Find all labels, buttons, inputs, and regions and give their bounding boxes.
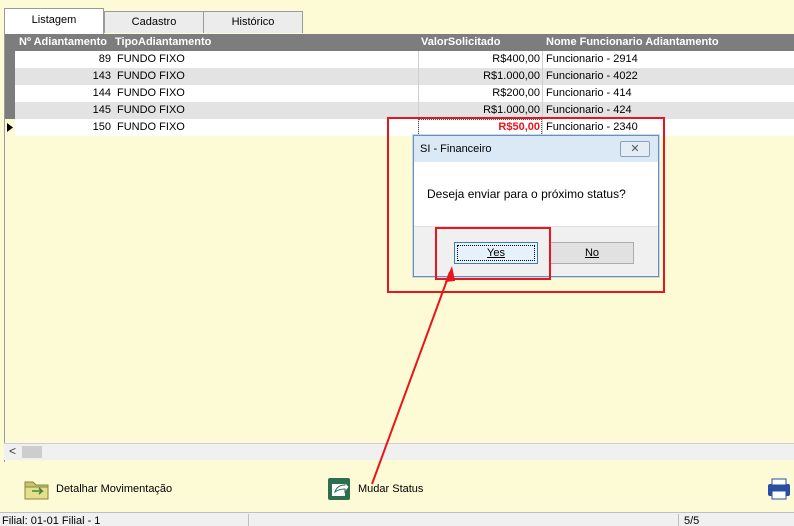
table-row[interactable]: 89 FUNDO FIXO R$400,00 Funcionario - 291… <box>5 51 794 68</box>
cell-valor: R$1.000,00 <box>483 70 540 82</box>
status-bar: Filial: 01-01 Filial - 1 5/5 <box>0 512 794 526</box>
status-filial: Filial: 01-01 Filial - 1 <box>2 515 101 526</box>
tab-historico[interactable]: Histórico <box>203 11 303 33</box>
table-row[interactable]: 143 FUNDO FIXO R$1.000,00 Funcionario - … <box>5 68 794 85</box>
annotation-box-yes <box>435 227 551 280</box>
cell-numero: 143 <box>92 70 111 82</box>
cell-tipo: FUNDO FIXO <box>117 87 185 99</box>
cell-nome: Funcionario - 2914 <box>546 53 638 65</box>
row-indicator <box>5 68 15 85</box>
cell-numero: 144 <box>92 87 111 99</box>
detalhar-movimentacao-button[interactable]: Detalhar Movimentação <box>24 475 172 503</box>
status-record-count: 5/5 <box>684 515 700 526</box>
column-divider <box>418 68 419 85</box>
cell-numero: 150 <box>92 121 111 133</box>
column-header-numero[interactable]: Nº Adiantamento <box>19 36 107 48</box>
row-pointer-icon <box>7 123 13 132</box>
print-button[interactable] <box>766 475 794 503</box>
cell-tipo: FUNDO FIXO <box>117 70 185 82</box>
cell-tipo: FUNDO FIXO <box>117 53 185 65</box>
cell-nome: Funcionario - 424 <box>546 104 632 116</box>
cell-valor: R$200,00 <box>492 87 540 99</box>
status-divider <box>248 514 249 526</box>
mudar-status-button[interactable]: Mudar Status <box>326 475 423 503</box>
bottom-toolbar: Detalhar Movimentação Mudar Status <box>0 468 794 510</box>
cell-numero: 89 <box>98 53 111 65</box>
row-indicator <box>5 51 15 68</box>
grid-header: Nº Adiantamento TipoAdiantamento ValorSo… <box>5 34 794 51</box>
mudar-status-label: Mudar Status <box>358 483 424 495</box>
cell-nome: Funcionario - 414 <box>546 87 632 99</box>
column-divider <box>418 51 419 68</box>
column-divider <box>418 85 419 102</box>
column-header-tipo[interactable]: TipoAdiantamento <box>115 36 211 48</box>
tab-cadastro[interactable]: Cadastro <box>104 11 204 33</box>
cell-tipo: FUNDO FIXO <box>117 104 185 116</box>
detalhar-movimentacao-label: Detalhar Movimentação <box>56 483 173 495</box>
scroll-thumb[interactable] <box>22 446 42 458</box>
column-header-nome[interactable]: Nome Funcionario Adiantamento <box>546 36 719 48</box>
table-row[interactable]: 144 FUNDO FIXO R$200,00 Funcionario - 41… <box>5 85 794 102</box>
share-arrow-icon <box>328 478 350 500</box>
cell-valor: R$400,00 <box>492 53 540 65</box>
row-indicator <box>5 85 15 102</box>
tab-listagem[interactable]: Listagem <box>4 8 104 34</box>
status-divider <box>678 514 679 526</box>
row-indicator <box>5 102 15 119</box>
row-indicator <box>5 119 15 136</box>
cell-numero: 145 <box>92 104 111 116</box>
tab-bar: Listagem Cadastro Histórico <box>0 0 794 34</box>
column-divider <box>542 51 543 68</box>
horizontal-scrollbar[interactable]: < <box>4 443 794 460</box>
cell-nome: Funcionario - 4022 <box>546 70 638 82</box>
scroll-left-button[interactable]: < <box>4 444 21 460</box>
cell-tipo: FUNDO FIXO <box>117 121 185 133</box>
printer-icon <box>768 478 790 500</box>
column-divider <box>542 68 543 85</box>
folder-icon <box>24 481 49 500</box>
column-header-valor[interactable]: ValorSolicitado <box>421 36 500 48</box>
column-divider <box>542 85 543 102</box>
cell-valor: R$1.000,00 <box>483 104 540 116</box>
